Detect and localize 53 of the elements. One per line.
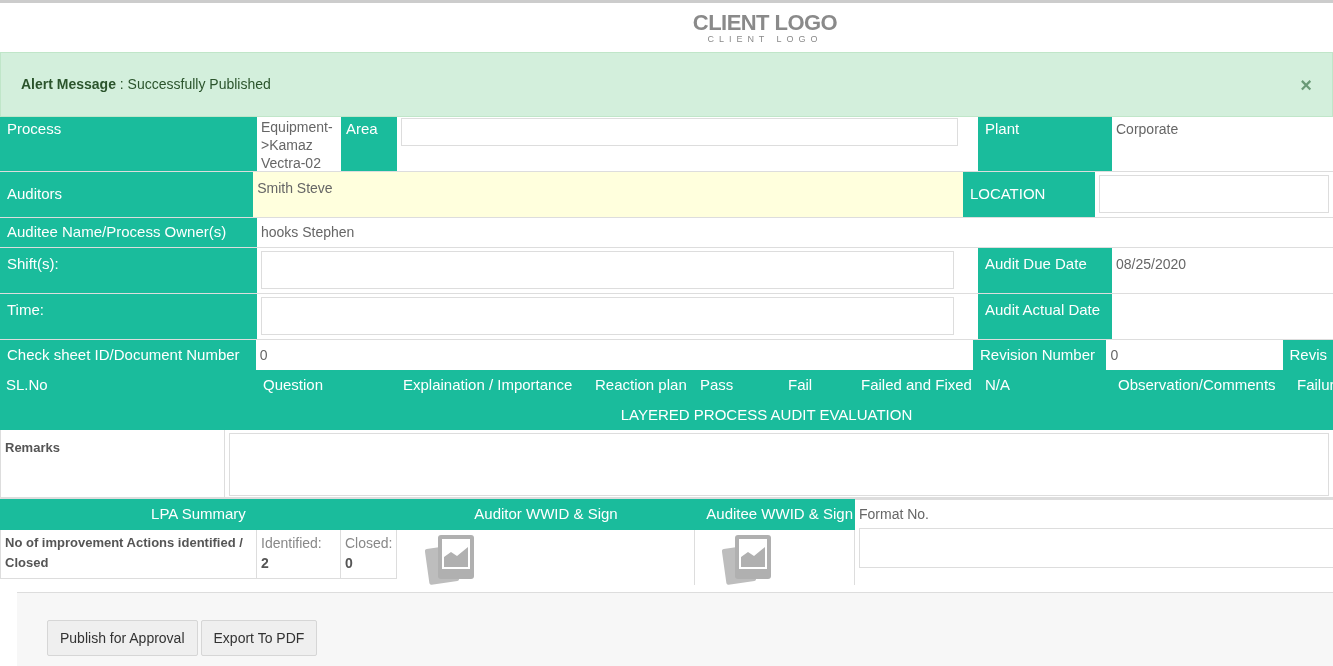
field-label: Closed: (345, 534, 392, 553)
field-value: hooks Stephen (261, 223, 355, 242)
input-field[interactable] (401, 118, 958, 146)
field-label: Area (346, 120, 378, 137)
column-header: Fail (788, 375, 813, 393)
section-title: LAYERED PROCESS AUDIT EVALUATION (620, 404, 913, 425)
action-button[interactable]: Export To PDF (200, 620, 318, 656)
input-field[interactable] (859, 528, 1333, 568)
column-header: Pass (700, 375, 734, 393)
column-header: Failed and Fixed (861, 375, 972, 393)
field-label: Format No. (859, 505, 930, 524)
field-label: Process (7, 120, 62, 137)
input-field[interactable] (1099, 175, 1329, 213)
field-value: Equipment->Kamaz Vectra-02 (261, 119, 333, 171)
logo-title: CLIENT LOGO (692, 11, 838, 34)
field-label: Time: (7, 301, 44, 318)
image-placeholder-icon (424, 533, 476, 585)
input-field[interactable] (261, 297, 954, 335)
field-label: Revis (1289, 344, 1327, 365)
field-value: 08/25/2020 (1116, 256, 1187, 272)
field-label: Auditors (7, 184, 63, 205)
column-header: Auditee WWID & Sign (706, 504, 853, 525)
column-header: Reaction plan (595, 375, 687, 393)
field-label: Audit Due Date (985, 255, 1087, 272)
count-value: 0 (345, 554, 354, 573)
field-value: Smith Steve (257, 180, 333, 196)
column-header: SL.No (6, 375, 48, 393)
count-value: 2 (261, 554, 270, 573)
field-label: No of improvement Actions identified / Closed (5, 535, 243, 570)
column-header: LPA Summary (151, 504, 246, 525)
field-value: 0 (259, 347, 268, 363)
field-label: Identified: (261, 534, 323, 553)
alert-message: Alert Message : Successfully Published (21, 75, 272, 94)
field-label: Plant (985, 120, 1020, 137)
field-label: Auditee Name/Process Owner(s) (7, 222, 227, 243)
remarks-field[interactable] (229, 433, 1329, 496)
field-value: 0 (1110, 347, 1119, 363)
field-value: Corporate (1116, 121, 1179, 137)
column-header: N/A (985, 375, 1010, 393)
column-header: Question (263, 375, 324, 393)
image-placeholder-icon (721, 533, 773, 585)
column-header: Auditor WWID & Sign (474, 504, 618, 525)
field-label: Check sheet ID/Document Number (7, 344, 240, 365)
field-label: LOCATION (969, 184, 1046, 205)
input-field[interactable] (261, 251, 954, 289)
logo-subtitle: CLIENT LOGO (707, 33, 823, 44)
action-button[interactable]: Publish for Approval (47, 620, 198, 656)
field-label: Shift(s): (7, 255, 59, 272)
column-header: Observation/Comments (1118, 375, 1276, 393)
field-label: Audit Actual Date (985, 301, 1101, 318)
field-label: Remarks (5, 440, 60, 455)
column-header: Explaination / Importance (403, 375, 573, 393)
field-label: Revision Number (980, 344, 1096, 365)
